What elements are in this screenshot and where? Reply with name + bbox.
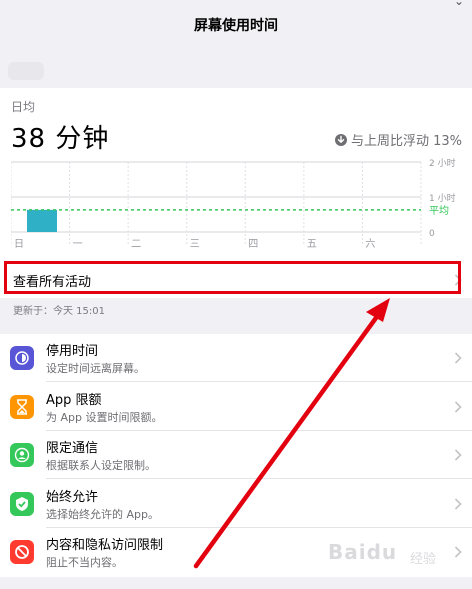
daily-average-value: 38 分钟 <box>11 124 110 154</box>
setting-title: 限定通信 <box>46 441 99 456</box>
setting-title: 停用时间 <box>46 344 99 359</box>
chevron-right-icon <box>454 400 462 413</box>
x-tick-label: 日 <box>14 239 24 250</box>
setting-subtitle: 设定时间远离屏幕。 <box>46 362 145 375</box>
restriction-icon <box>10 540 34 564</box>
y-tick-label: 2 小时 <box>429 158 456 169</box>
hourglass-icon <box>10 394 34 419</box>
setting-row[interactable]: 始终允许选择始终允许的 App。 <box>0 480 472 528</box>
setting-row[interactable]: 停用时间设定时间远离屏幕。 <box>0 334 472 382</box>
watermark-sub: 经验 <box>410 552 437 567</box>
setting-row[interactable]: 限定通信根据联系人设定限制。 <box>0 431 472 479</box>
weekly-compare: 与上周比浮动 13% <box>334 130 462 149</box>
setting-subtitle: 根据联系人设定限制。 <box>46 459 156 472</box>
see-all-activity-label: 查看所有活动 <box>13 275 92 290</box>
setting-title: 始终允许 <box>46 489 99 505</box>
chevron-right-icon <box>454 274 462 286</box>
x-tick-label: 二 <box>131 239 141 250</box>
updated-time: 更新于：今天 15:01 <box>13 306 105 317</box>
chevron-right-icon <box>454 497 462 510</box>
setting-title: App 限额 <box>46 392 102 408</box>
chevron-right-icon <box>454 546 462 558</box>
x-tick-label: 三 <box>190 239 200 250</box>
x-tick-label: 四 <box>248 239 258 250</box>
page-title: 屏幕使用时间 <box>194 18 278 34</box>
checkmark-shield-icon <box>10 491 34 516</box>
x-tick-label: 一 <box>73 239 83 250</box>
contact-icon <box>10 443 34 467</box>
watermark-text: Baidu <box>328 540 398 564</box>
x-tick-label: 六 <box>365 238 375 250</box>
chevron-right-icon <box>454 352 462 364</box>
usage-bar <box>27 209 57 232</box>
setting-subtitle: 阻止不当内容。 <box>46 556 123 569</box>
daily-average-label: 日均 <box>11 100 36 114</box>
downtime-icon <box>10 346 34 370</box>
device-selector[interactable] <box>8 62 44 80</box>
usage-chart: 2 小时 1 小时 0 平均日 一 二 三 四 五 六 <box>11 158 456 250</box>
setting-title: 内容和隐私访问限制 <box>46 538 164 553</box>
setting-row[interactable]: App 限额为 App 设置时间限额。 <box>0 383 472 431</box>
settings-list: 停用时间 设定时间远离屏幕。 App 限额为 App 设置时间限额。 限定通信 根据联系… <box>0 334 472 577</box>
status-icon: ⌄ <box>453 0 464 8</box>
weekly-compare-text: 与上周比浮动 13% <box>350 134 462 149</box>
chevron-right-icon <box>454 449 462 461</box>
average-label: 平均 <box>429 205 449 217</box>
y-tick-label: 0 <box>429 229 435 239</box>
arrow-down-circle-icon <box>334 133 347 146</box>
x-tick-label: 五 <box>307 239 317 250</box>
setting-row[interactable]: 内容和隐私访问限制 阻止不当内容。 <box>0 528 472 576</box>
setting-subtitle: 为 App 设置时间限额。 <box>46 410 163 424</box>
y-tick-label: 1 小时 <box>429 192 456 204</box>
setting-subtitle: 选择始终允许的 App。 <box>46 507 159 521</box>
see-all-activity-button[interactable]: 查看所有活动 <box>0 262 472 297</box>
